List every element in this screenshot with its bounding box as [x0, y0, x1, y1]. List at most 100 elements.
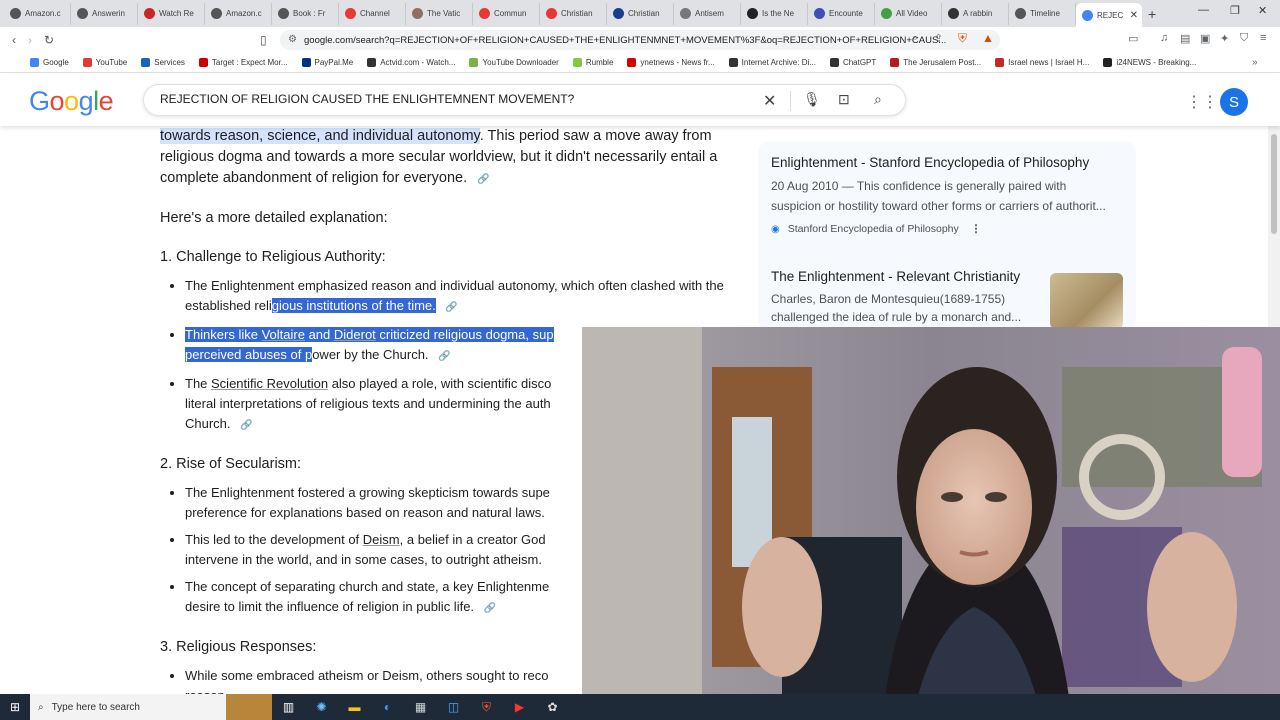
link-icon[interactable]: 🔗	[438, 347, 450, 367]
taskbar-search[interactable]: ⌕ Type here to search	[30, 694, 226, 720]
tab-favicon-icon	[546, 8, 557, 19]
tab[interactable]: Amazon.c	[205, 2, 272, 25]
copilot-icon[interactable]: ✺	[305, 694, 338, 720]
youtube-icon[interactable]: ▶	[503, 694, 536, 720]
google-logo[interactable]: Google	[29, 86, 114, 117]
tab[interactable]: Antisem	[674, 2, 741, 25]
bookmark-label: ynetnews - News fr...	[640, 58, 715, 67]
store-icon[interactable]: ▦	[404, 694, 437, 720]
bookmark-label: i24NEWS - Breaking...	[1116, 58, 1197, 67]
clear-icon[interactable]: ✕	[763, 91, 776, 111]
brave-shield-icon[interactable]: ⛨	[958, 31, 967, 46]
back-icon[interactable]: ‹	[12, 33, 16, 47]
bookmark-item[interactable]: YouTube Downloader	[469, 58, 559, 67]
task-view-icon[interactable]: ▥	[272, 694, 305, 720]
windows-start-icon[interactable]: ⊞	[0, 694, 30, 720]
avatar[interactable]: S	[1220, 88, 1248, 116]
new-tab-icon[interactable]: +	[1148, 6, 1156, 22]
lens-icon[interactable]: ⊡	[838, 91, 850, 108]
more-bookmarks-icon[interactable]: »	[1252, 57, 1258, 68]
tab[interactable]: Commun	[473, 2, 540, 25]
brave-icon[interactable]: ⛨	[470, 694, 503, 720]
bookmark-item[interactable]: i24NEWS - Breaking...	[1103, 58, 1196, 67]
brave-rewards-icon[interactable]: ▲	[982, 31, 994, 45]
tab[interactable]: The Vatic	[406, 2, 473, 25]
tab[interactable]: Is the Ne	[741, 2, 808, 25]
tab[interactable]: Amazon.c	[4, 2, 71, 25]
tab[interactable]: A rabbin	[942, 2, 1009, 25]
link-icon[interactable]: 🔗	[477, 169, 489, 190]
bookmark-item[interactable]: Services	[141, 58, 185, 67]
tab[interactable]: Book : Fr	[272, 2, 339, 25]
outlook-icon[interactable]: ◫	[437, 694, 470, 720]
source-thumbnail[interactable]	[1050, 273, 1123, 329]
bookmark-item[interactable]: Israel news | Israel H...	[995, 58, 1089, 67]
link-icon[interactable]: 🔗	[240, 416, 252, 436]
edge-icon[interactable]: ◐	[371, 694, 404, 720]
tiger-widget-icon[interactable]	[226, 694, 272, 720]
list-item: The Enlightenment emphasized reason and …	[185, 276, 730, 318]
tab[interactable]: Timeline	[1009, 2, 1076, 25]
zoom-icon[interactable]: ⌕	[912, 32, 918, 45]
bookmark-item[interactable]: Actvid.com - Watch...	[367, 58, 455, 67]
scrollbar-thumb[interactable]	[1271, 134, 1277, 234]
taskbar-search-placeholder: Type here to search	[51, 701, 140, 713]
share-icon[interactable]: ⇪	[934, 32, 943, 45]
bookmark-item[interactable]: YouTube	[82, 58, 127, 67]
extensions-icon[interactable]: ✦	[1220, 32, 1229, 45]
search-input[interactable]	[160, 92, 750, 106]
tab[interactable]: Answerin	[71, 2, 138, 25]
tab-active[interactable]: REJEC ✕	[1076, 3, 1142, 27]
microphone-icon[interactable]: 🎙	[803, 91, 821, 108]
tab[interactable]: Christian	[607, 2, 674, 25]
bookmark-item[interactable]: Target : Expect Mor...	[198, 58, 288, 67]
google-apps-icon[interactable]: ⋮⋮	[1186, 92, 1218, 112]
search-box[interactable]: ✕ 🎙 ⊡ ⌕	[143, 84, 906, 116]
bookmark-item[interactable]: Google	[30, 58, 69, 67]
tab-label: Answerin	[92, 9, 125, 18]
music-icon[interactable]: ♫	[1160, 32, 1168, 44]
bookmark-item[interactable]: Internet Archive: Di...	[728, 58, 816, 67]
window-close-icon[interactable]: ✕	[1258, 4, 1267, 17]
source-title[interactable]: The Enlightenment - Relevant Christianit…	[771, 269, 1020, 284]
deism-link[interactable]: Deism	[363, 532, 400, 547]
forward-icon[interactable]: ›	[28, 33, 32, 47]
chatgpt-icon[interactable]: ✿	[536, 694, 569, 720]
minimize-icon[interactable]: —	[1198, 4, 1209, 16]
tab[interactable]: Christian	[540, 2, 607, 25]
file-explorer-icon[interactable]: ▬	[338, 694, 371, 720]
tab[interactable]: Encounte	[808, 2, 875, 25]
more-options-icon[interactable]: ⋮	[971, 223, 982, 235]
search-icon[interactable]: ⌕	[874, 91, 882, 108]
tab[interactable]: Channel	[339, 2, 406, 25]
maximize-icon[interactable]: ❐	[1230, 4, 1240, 17]
link-icon[interactable]: 🔗	[445, 298, 457, 318]
voltaire-link[interactable]: Voltaire	[261, 327, 305, 342]
tab[interactable]: Watch Re	[138, 2, 205, 25]
bullet-text: The concept of separating church and sta…	[185, 579, 550, 594]
bookmark-item[interactable]: Rumble	[572, 58, 614, 67]
reading-list-icon[interactable]: ▤	[1180, 32, 1190, 45]
link-icon[interactable]: 🔗	[484, 599, 496, 619]
tab-close-icon[interactable]: ✕	[1130, 10, 1138, 21]
bookmark-icon[interactable]: ▯	[260, 33, 267, 47]
scientific-revolution-link[interactable]: Scientific Revolution	[211, 376, 328, 391]
tab[interactable]: All Video	[875, 2, 942, 25]
site-info-icon[interactable]: ⚙	[288, 34, 297, 45]
reload-icon[interactable]: ↻	[44, 33, 54, 47]
bookmark-item[interactable]: ChatGPT	[829, 58, 876, 67]
source-title[interactable]: Enlightenment - Stanford Encyclopedia of…	[771, 155, 1089, 170]
sidebar-icon[interactable]: ▭	[1128, 32, 1138, 45]
bookmark-item[interactable]: The Jerusalem Post...	[890, 58, 981, 67]
bookmark-item[interactable]: ynetnews - News fr...	[627, 58, 715, 67]
address-bar[interactable]: ⚙ google.com/search?q=REJECTION+OF+RELIG…	[280, 30, 1000, 50]
source-site[interactable]: ◉ Stanford Encyclopedia of Philosophy ⋮	[771, 223, 981, 235]
bookmark-item[interactable]: PayPal.Me	[301, 58, 353, 67]
bookmark-label: Rumble	[585, 58, 614, 67]
tab-label: Channel	[360, 9, 390, 18]
vpn-icon[interactable]: ⛉	[1240, 32, 1248, 45]
wallet-icon[interactable]: ▣	[1200, 32, 1210, 45]
diderot-link[interactable]: Diderot	[333, 327, 376, 342]
menu-icon[interactable]: ≡	[1260, 32, 1266, 44]
bookmark-label: YouTube Downloader	[482, 58, 559, 67]
